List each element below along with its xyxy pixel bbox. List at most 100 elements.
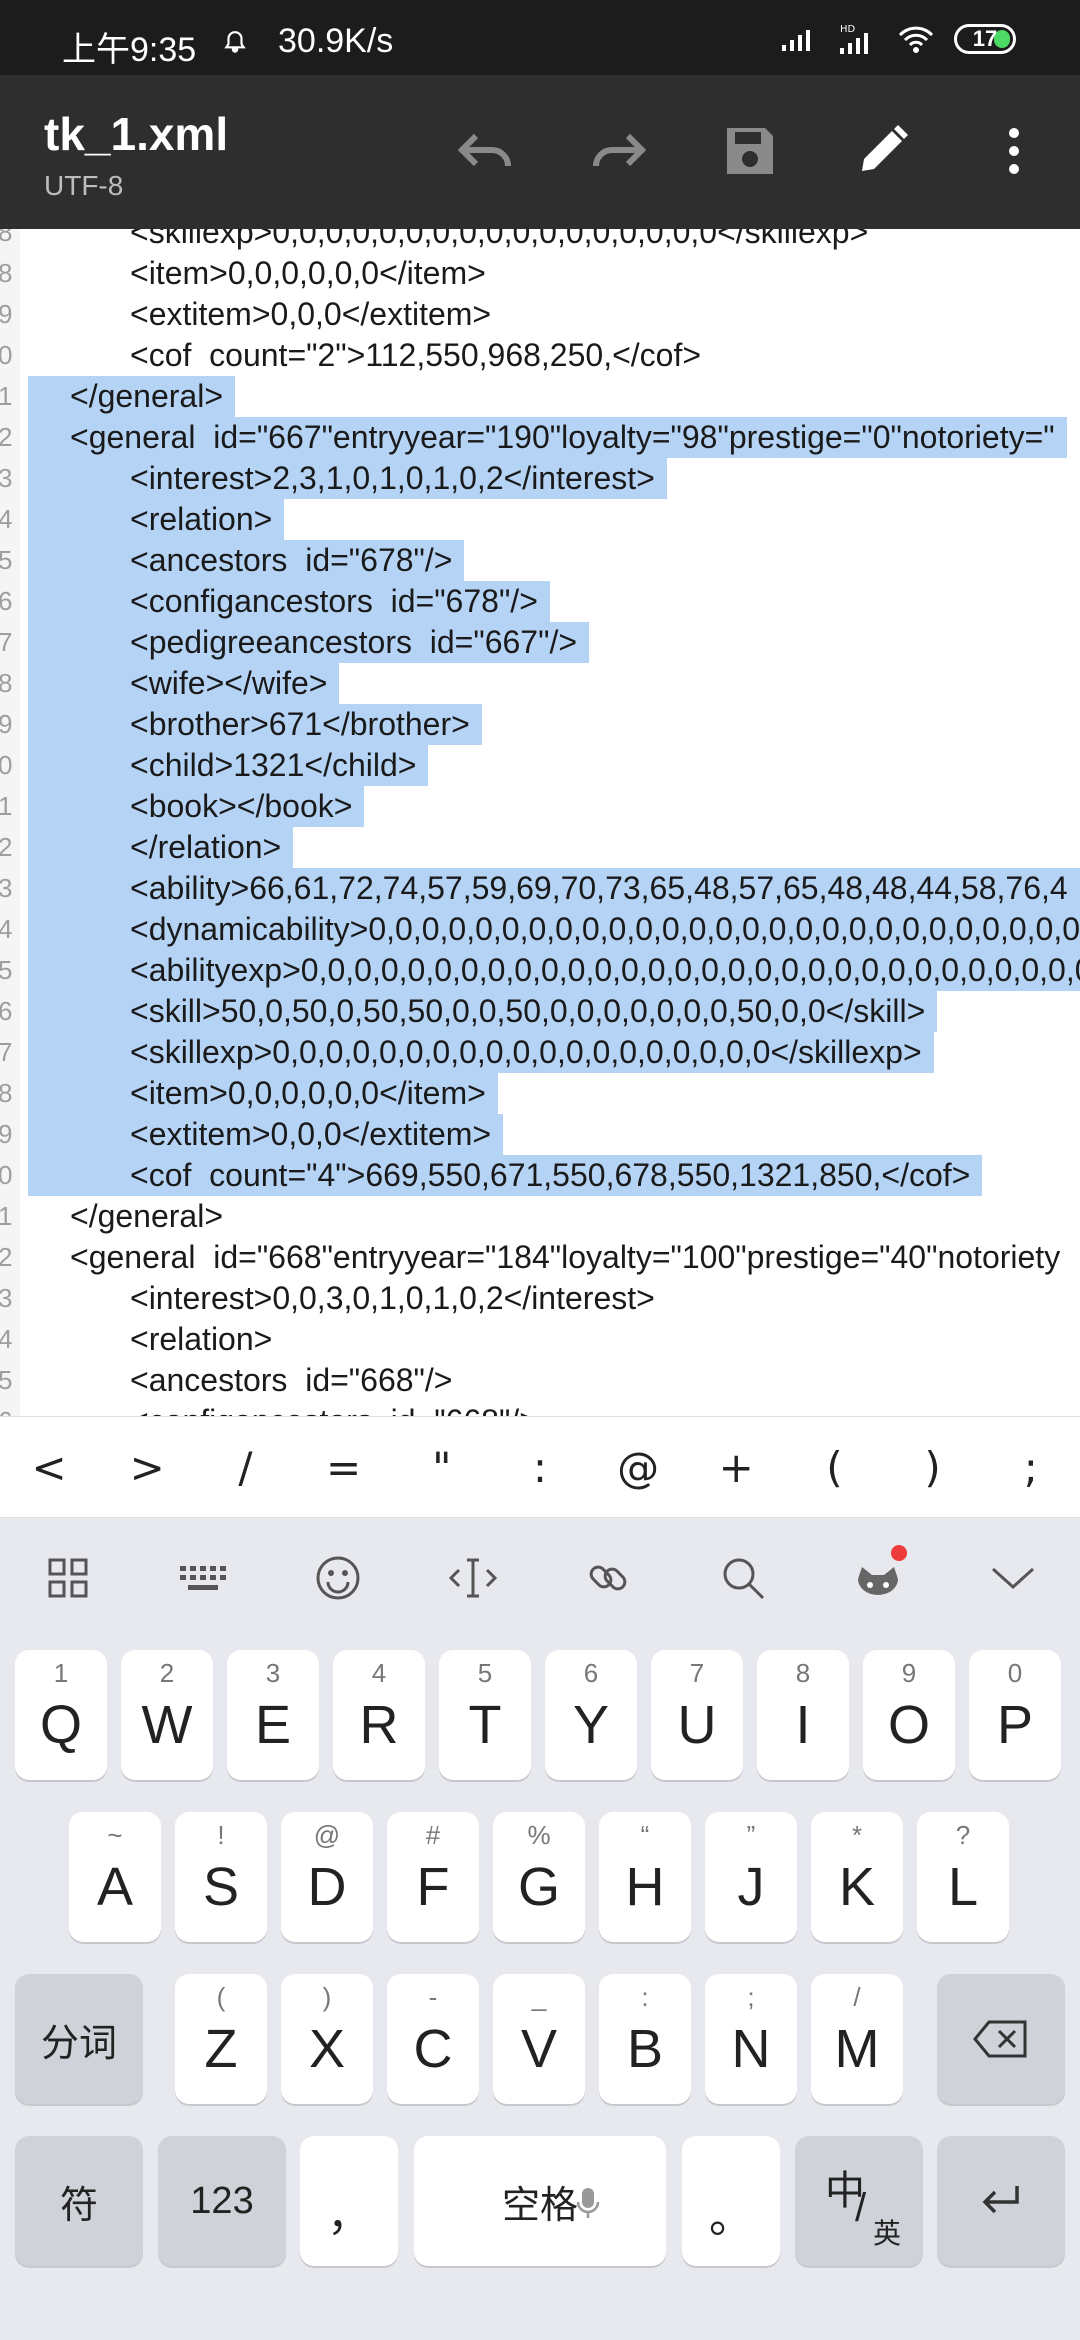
line-number: 0: [0, 750, 13, 780]
code-line[interactable]: 6 <configancestors id="678"/>: [0, 581, 1080, 622]
code-line[interactable]: 2 <general id="668"entryyear="184"loyalty…: [0, 1237, 1080, 1278]
cursor-move-button[interactable]: [438, 1543, 508, 1613]
code-line[interactable]: 4 <dynamicability>0,0,0,0,0,0,0,0,0,0,0,0…: [0, 909, 1080, 950]
key-i[interactable]: 8I: [757, 1650, 849, 1780]
code-line[interactable]: 0 <cof count="4">669,550,671,550,678,550,…: [0, 1155, 1080, 1196]
undo-button[interactable]: [448, 113, 524, 189]
symbol-key[interactable]: <: [9, 1443, 89, 1492]
key-p[interactable]: 0P: [969, 1650, 1061, 1780]
backspace-key[interactable]: [937, 1974, 1065, 2104]
search-button[interactable]: [708, 1543, 778, 1613]
code-line[interactable]: 4 <relation>: [0, 1319, 1080, 1360]
key-o[interactable]: 9O: [863, 1650, 955, 1780]
key-j[interactable]: ” J: [705, 1812, 797, 1942]
key-g[interactable]: % G: [493, 1812, 585, 1942]
key-r[interactable]: 4R: [333, 1650, 425, 1780]
key-f[interactable]: # F: [387, 1812, 479, 1942]
fenci-key[interactable]: 分词: [15, 1974, 143, 2104]
symbol-key[interactable]: /: [205, 1443, 285, 1492]
file-encoding[interactable]: UTF-8: [44, 170, 123, 202]
period-key[interactable]: 。: [682, 2136, 780, 2266]
more-button[interactable]: [976, 113, 1052, 189]
clipboard-button[interactable]: [573, 1543, 643, 1613]
symbol-key-fu[interactable]: 符: [15, 2136, 143, 2266]
key-c[interactable]: -C: [387, 1974, 479, 2104]
symbol-key[interactable]: (: [794, 1443, 874, 1492]
symbol-key[interactable]: ": [402, 1443, 482, 1492]
code-line[interactable]: 5 <ancestors id="668"/>: [0, 1360, 1080, 1401]
grid-menu-button[interactable]: [33, 1543, 103, 1613]
code-line[interactable]: 8 <item>0,0,0,0,0,0</item>: [0, 1073, 1080, 1114]
line-number: 1: [0, 1201, 13, 1231]
key-b[interactable]: :B: [599, 1974, 691, 2104]
file-title: tk_1.xml: [44, 108, 229, 160]
keyboard-layout-button[interactable]: [168, 1543, 238, 1613]
code-line[interactable]: 3 <ability>66,61,72,74,57,59,69,70,73,65,…: [0, 868, 1080, 909]
code-line[interactable]: 9 <extitem>0,0,0</extitem>: [0, 294, 1080, 335]
code-line[interactable]: 1 </general>: [0, 1196, 1080, 1237]
code-line[interactable]: 0 <child>1321</child>: [0, 745, 1080, 786]
redo-button[interactable]: [580, 113, 656, 189]
code-line[interactable]: 5 <abilityexp>0,0,0,0,0,0,0,0,0,0,0,0,0,0…: [0, 950, 1080, 991]
code-line[interactable]: 9 <brother>671</brother>: [0, 704, 1080, 745]
number-key[interactable]: 123: [158, 2136, 286, 2266]
selected-code-text: </general>: [28, 376, 236, 417]
key-hint-label: 0: [1007, 1658, 1023, 1688]
space-key[interactable]: 空格: [414, 2136, 666, 2266]
symbol-key[interactable]: +: [696, 1443, 776, 1492]
line-number: 3: [0, 463, 13, 493]
code-line[interactable]: 3 <interest>0,0,3,0,1,0,1,0,2</interest>: [0, 1278, 1080, 1319]
key-z[interactable]: (Z: [175, 1974, 267, 2104]
line-number: 6: [0, 1401, 14, 1416]
comma-key[interactable]: ，: [300, 2136, 398, 2266]
code-line[interactable]: 5 <ancestors id="678"/>: [0, 540, 1080, 581]
code-line[interactable]: 2 <general id="667"entryyear="190"loyalty…: [0, 417, 1080, 458]
symbol-key[interactable]: :: [500, 1443, 580, 1492]
cat-skin-button[interactable]: [843, 1543, 913, 1613]
code-line[interactable]: 6 <configancestors id="668"/>: [0, 1401, 1080, 1416]
symbol-key[interactable]: =: [304, 1443, 384, 1492]
language-switch-key[interactable]: 中 / 英: [795, 2136, 923, 2266]
code-line[interactable]: 1 </general>: [0, 376, 1080, 417]
key-w[interactable]: 2W: [121, 1650, 213, 1780]
code-line[interactable]: 8 <item>0,0,0,0,0,0</item>: [0, 253, 1080, 294]
code-line[interactable]: 0 <cof count="2">112,550,968,250,</cof>: [0, 335, 1080, 376]
code-line[interactable]: 6 <skill>50,0,50,0,50,50,0,0,50,0,0,0,0,0…: [0, 991, 1080, 1032]
key-l[interactable]: ? L: [917, 1812, 1009, 1942]
code-line[interactable]: 9 <extitem>0,0,0</extitem>: [0, 1114, 1080, 1155]
key-m[interactable]: / M: [811, 1974, 903, 2104]
symbol-key[interactable]: ): [893, 1443, 973, 1492]
key-e[interactable]: 3E: [227, 1650, 319, 1780]
save-button[interactable]: [712, 113, 788, 189]
edit-button[interactable]: [844, 113, 920, 189]
key-a[interactable]: ~ A: [69, 1812, 161, 1942]
key-n[interactable]: ; N: [705, 1974, 797, 2104]
key-y[interactable]: 6Y: [545, 1650, 637, 1780]
key-q[interactable]: 1Q: [15, 1650, 107, 1780]
code-editor[interactable]: 8 <skillexp>0,0,0,0,0,0,0,0,0,0,0,0,0,0,0…: [0, 229, 1080, 1416]
code-line[interactable]: 8 <skillexp>0,0,0,0,0,0,0,0,0,0,0,0,0,0,0…: [0, 229, 1080, 253]
code-line[interactable]: 4 <relation>: [0, 499, 1080, 540]
key-k[interactable]: * K: [811, 1812, 903, 1942]
key-d[interactable]: @ D: [281, 1812, 373, 1942]
key-u[interactable]: 7U: [651, 1650, 743, 1780]
code-line[interactable]: 3 <interest>2,3,1,0,1,0,1,0,2</interest>: [0, 458, 1080, 499]
key-t[interactable]: 5T: [439, 1650, 531, 1780]
key-s[interactable]: ! S: [175, 1812, 267, 1942]
symbol-key[interactable]: ;: [991, 1443, 1071, 1492]
enter-key[interactable]: [937, 2136, 1065, 2266]
keyboard-icon: [179, 1566, 226, 1590]
key-v[interactable]: _ V: [493, 1974, 585, 2104]
key-x[interactable]: ) X: [281, 1974, 373, 2104]
key-h[interactable]: “H: [599, 1812, 691, 1942]
code-line[interactable]: 1 <book></book>: [0, 786, 1080, 827]
code-line[interactable]: 7 <skillexp>0,0,0,0,0,0,0,0,0,0,0,0,0,0,0…: [0, 1032, 1080, 1073]
signal-icon: [782, 30, 810, 51]
code-line[interactable]: 2 </relation>: [0, 827, 1080, 868]
collapse-keyboard-button[interactable]: [978, 1543, 1048, 1613]
symbol-key[interactable]: >: [107, 1443, 187, 1492]
emoji-button[interactable]: [303, 1543, 373, 1613]
symbol-key[interactable]: @: [598, 1443, 678, 1492]
code-line[interactable]: 8 <wife></wife>: [0, 663, 1080, 704]
code-line[interactable]: 7 <pedigreeancestors id="667"/>: [0, 622, 1080, 663]
